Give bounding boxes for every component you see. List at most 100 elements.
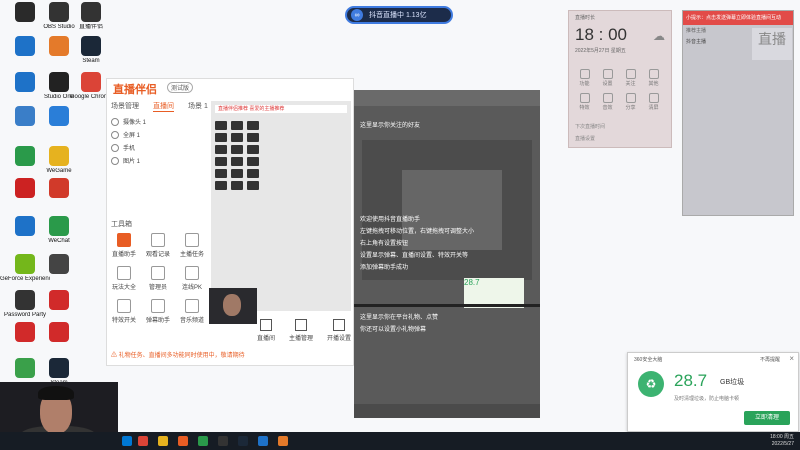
version-badge[interactable]: 测试版 (167, 82, 194, 93)
tool-icon (117, 299, 131, 313)
scene-tabs: 场景管理 直播间 场景 1 + (111, 101, 226, 112)
stream-settings-button[interactable]: 开播设置 (327, 319, 351, 342)
desktop-icon[interactable]: WeChat (34, 216, 84, 245)
app-icon (49, 216, 69, 236)
chrome-icon[interactable] (138, 436, 148, 446)
eye-icon[interactable] (111, 130, 119, 139)
toolbox-grid: 直播助手 观看记录 主播任务 玩法大全 管理员 连线PK 特效开关 弹幕助手 音… (107, 233, 209, 324)
action-label: 特效 (579, 105, 590, 111)
desktop-icon[interactable] (34, 178, 84, 200)
timer-caption: 直播时长 (575, 15, 596, 21)
footer-notice: ⚠ 礼物任务、直播间多功能同时使用中，敬请期待 (111, 353, 245, 359)
app-icon (15, 322, 35, 342)
close-icon[interactable]: × (789, 354, 794, 363)
popup-dismiss-link[interactable]: 不再提醒 (760, 356, 780, 363)
start-icon[interactable] (122, 436, 132, 446)
app-icon[interactable] (258, 436, 268, 446)
timer-action[interactable]: 音效 (596, 93, 619, 111)
live-status-text: 抖音直播中 1.13亿 (369, 12, 427, 19)
tab-scene-management[interactable]: 场景管理 (111, 101, 139, 112)
timer-action[interactable]: 设置 (596, 69, 619, 87)
live-timer-widget[interactable]: 直播时长 18 : 00 2022年5月27日 星期五 ☁ 功能 设置 关注 其… (568, 10, 672, 148)
obs-icon[interactable] (218, 436, 228, 446)
timer-action[interactable]: 关注 (619, 69, 642, 87)
desktop-icon[interactable]: Steam (66, 36, 116, 65)
timer-action[interactable]: 其他 (642, 69, 665, 87)
tool-item[interactable]: 观看记录 (141, 233, 175, 258)
app-icon[interactable] (198, 436, 208, 446)
app-icon (15, 36, 35, 56)
live-status-pill[interactable]: ∞ 抖音直播中 1.13亿 (345, 6, 453, 24)
source-label: 图片 1 (123, 159, 141, 165)
app-logo-icon: ∞ (351, 9, 363, 21)
action-label: 音效 (602, 105, 613, 111)
tool-item[interactable]: 特效开关 (107, 299, 141, 324)
timer-action[interactable]: 功能 (573, 69, 596, 87)
system-clock[interactable]: 18:00 周五 2022/5/27 (770, 434, 794, 448)
timer-action[interactable]: 清屏 (642, 93, 665, 111)
app-icon (15, 178, 35, 198)
tool-item[interactable]: 连线PK (175, 266, 209, 291)
recycle-bin-icon: ♻ (638, 371, 664, 397)
source-item[interactable]: 手机 (111, 141, 207, 154)
desktop-icon-label: WeGame (46, 168, 72, 174)
overlay-line: 这里显示你关注的好友 (360, 123, 421, 129)
tool-item[interactable]: 主播任务 (175, 233, 209, 258)
app-icon (15, 290, 35, 310)
anchor-manage-button[interactable]: 主播管理 (289, 319, 313, 342)
eye-icon[interactable] (111, 156, 119, 165)
live-companion-icon[interactable] (178, 436, 188, 446)
tool-item[interactable]: 弹幕助手 (141, 299, 175, 324)
tool-icon (185, 233, 199, 247)
tool-icon (151, 233, 165, 247)
steam-icon[interactable] (238, 436, 248, 446)
desktop-icon[interactable] (34, 322, 84, 344)
live-tag: 直播 (752, 28, 792, 60)
action-icon (602, 93, 613, 103)
tray-time: 18:00 周五 (770, 434, 794, 440)
action-label: 分享 (625, 105, 636, 111)
timer-action[interactable]: 特效 (573, 93, 596, 111)
tool-item[interactable]: 直播助手 (107, 233, 141, 258)
action-label: 直播间 (257, 336, 276, 342)
junk-description: 及时清理垃圾，防止电脑卡顿 (674, 396, 740, 402)
app-icon[interactable] (278, 436, 288, 446)
taskbar: 18:00 周五 2022/5/27 (0, 432, 800, 450)
timer-note[interactable]: 直播设置 (575, 135, 595, 142)
folder-icon[interactable] (158, 436, 168, 446)
desktop-icon[interactable]: 直播伴侣 (66, 2, 116, 31)
tool-item[interactable]: 玩法大全 (107, 266, 141, 291)
timer-action[interactable]: 分享 (619, 93, 642, 111)
assistant-overlay[interactable]: 这里显示你关注的好友 欢迎使用抖音直播助手 左键拖拽可移动位置，右键拖拽可调整大… (354, 90, 540, 418)
source-item[interactable]: 全屏 1 (111, 128, 207, 141)
tab-live-room[interactable]: 直播间 (153, 101, 174, 112)
desktop-icon[interactable]: WeGame (34, 146, 84, 175)
source-item[interactable]: 摄像头 1 (111, 115, 207, 128)
app-icon (15, 2, 35, 22)
eye-icon[interactable] (111, 143, 119, 152)
overlay-separator (354, 304, 540, 307)
tool-item[interactable]: 音乐频道 (175, 299, 209, 324)
tool-item[interactable]: 管理员 (141, 266, 175, 291)
manage-icon (295, 319, 308, 331)
tab-scene-1[interactable]: 场景 1 (188, 101, 208, 112)
clean-now-button[interactable]: 立即清理 (744, 411, 790, 425)
eye-icon[interactable] (111, 117, 119, 126)
desktop-icon[interactable] (34, 254, 84, 276)
junk-amount: 28.7 (674, 371, 708, 390)
app-icon (49, 146, 69, 166)
stream-preview[interactable]: 直播伴侣推荐 喜爱的主播推荐 (211, 101, 351, 311)
live-room-button[interactable]: 直播间 (257, 319, 275, 342)
source-item[interactable]: 图片 1 (111, 154, 207, 167)
action-icon (625, 93, 636, 103)
preview-header: 直播伴侣推荐 喜爱的主播推荐 (215, 105, 347, 113)
desktop-icon[interactable] (34, 290, 84, 312)
popup-source: 360安全大脑 (634, 357, 663, 363)
junk-cleaner-popup[interactable]: 360安全大脑 不再提醒 × ♻ 28.7 GB垃圾 及时清理垃圾，防止电脑卡顿… (627, 352, 799, 432)
app-icon (15, 72, 35, 92)
person-hair (38, 386, 74, 400)
action-icon (579, 69, 590, 79)
desktop-icon[interactable] (34, 106, 84, 128)
timer-note[interactable]: 下次直播时间 (575, 123, 605, 130)
tool-label: 管理员 (148, 285, 167, 291)
